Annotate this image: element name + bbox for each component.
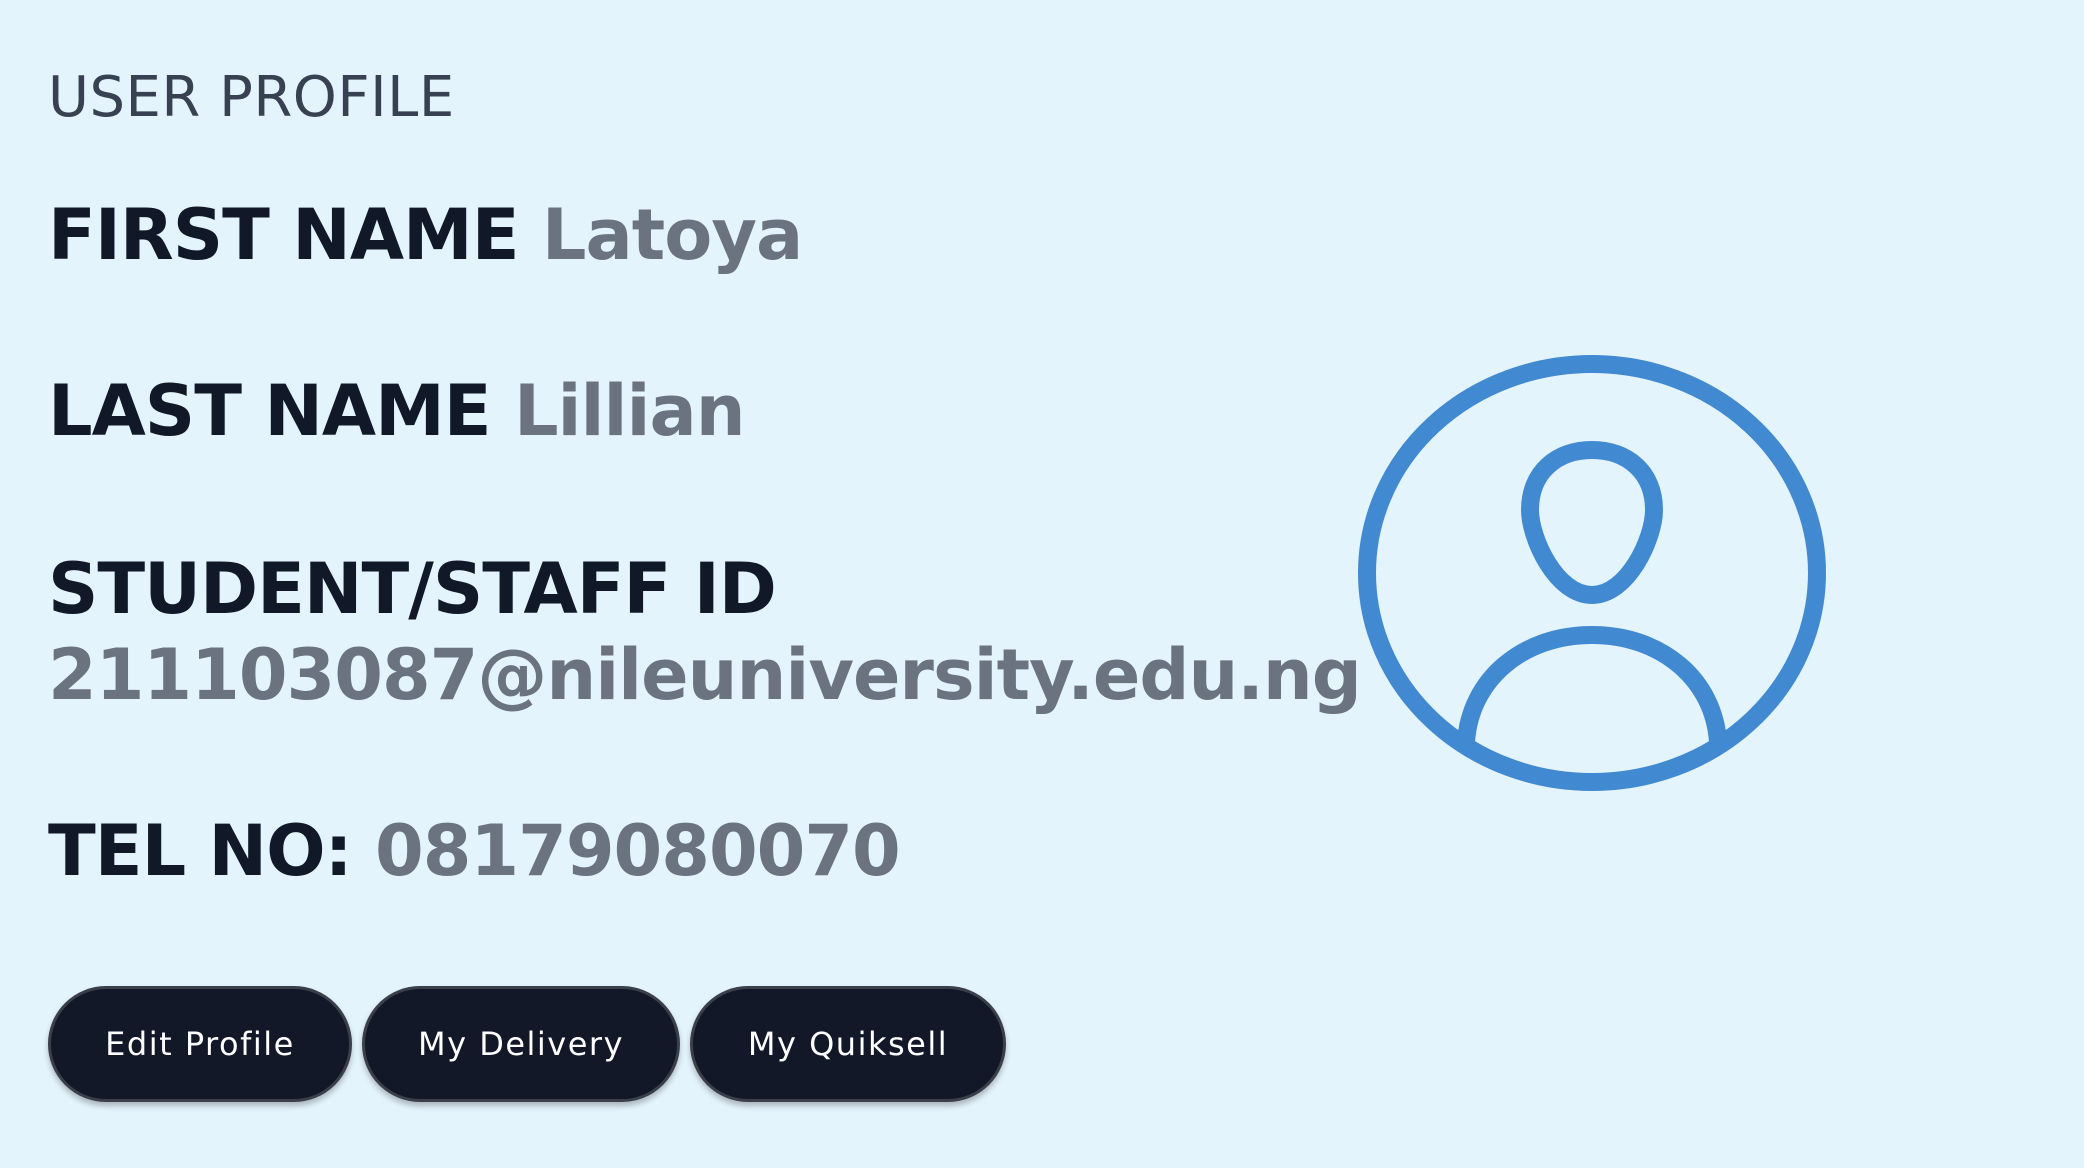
student-id-label: STUDENT/STAFF ID bbox=[48, 548, 777, 630]
avatar bbox=[1352, 350, 1832, 796]
first-name-label: FIRST NAME bbox=[48, 194, 520, 276]
first-name-value: Latoya bbox=[541, 194, 803, 276]
tel-row: TEL NO: 08179080070 bbox=[48, 808, 901, 894]
my-delivery-button[interactable]: My Delivery bbox=[362, 986, 680, 1102]
last-name-label: LAST NAME bbox=[48, 370, 492, 452]
first-name-row: FIRST NAME Latoya bbox=[48, 192, 803, 278]
user-circle-icon bbox=[1358, 355, 1826, 791]
student-id-value: 211103087@nileuniversity.edu.ng bbox=[48, 634, 1362, 716]
last-name-row: LAST NAME Lillian bbox=[48, 368, 746, 454]
tel-value: 08179080070 bbox=[375, 810, 901, 892]
my-quiksell-button[interactable]: My Quiksell bbox=[690, 986, 1006, 1102]
last-name-value: Lillian bbox=[513, 370, 746, 452]
page-title: USER PROFILE bbox=[48, 65, 455, 130]
profile-actions: Edit Profile My Delivery My Quiksell bbox=[48, 986, 1006, 1102]
edit-profile-button[interactable]: Edit Profile bbox=[48, 986, 352, 1102]
student-id-row: STUDENT/STAFF ID bbox=[48, 546, 777, 632]
tel-label: TEL NO: bbox=[48, 810, 353, 892]
